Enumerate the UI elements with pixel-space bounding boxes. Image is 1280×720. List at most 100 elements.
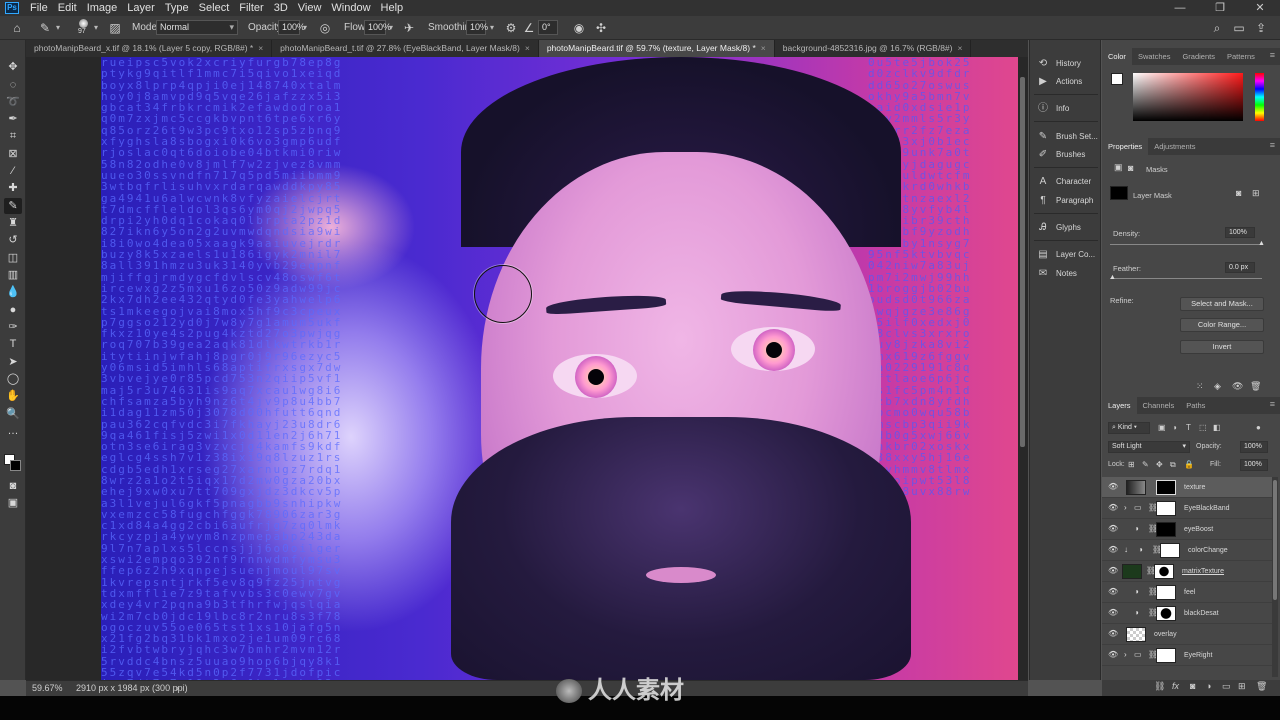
dodge-tool-icon[interactable]: ● (4, 302, 22, 318)
foreground-color-swatch[interactable] (1111, 73, 1123, 85)
new-group-icon[interactable]: ▭ (1222, 681, 1231, 692)
eye-icon[interactable]: 👁 (1108, 629, 1118, 638)
layer-mask-thumbnail[interactable] (1156, 522, 1176, 537)
tab-patterns[interactable]: Patterns (1221, 48, 1261, 65)
density-slider[interactable] (1110, 244, 1262, 245)
crop-tool-icon[interactable]: ⌗ (4, 128, 22, 144)
pixel-mask-icon[interactable]: ▣ (1114, 162, 1123, 173)
menu-filter[interactable]: Filter (234, 0, 268, 16)
delete-icon[interactable]: 🗑 (1250, 381, 1261, 392)
eraser-tool-icon[interactable]: ◫ (4, 250, 22, 266)
tab-channels[interactable]: Channels (1137, 397, 1181, 414)
pressure-opacity-icon[interactable]: ◎ (316, 20, 334, 36)
filter-pixel-icon[interactable]: ▣ (1158, 422, 1166, 434)
panel-menu-icon[interactable]: ≡ (1270, 50, 1275, 60)
document-tab[interactable]: photoManipBeard_x.tif @ 18.1% (Layer 5 c… (26, 40, 273, 57)
pressure-size-icon[interactable]: ◉ (570, 20, 588, 36)
tab-color[interactable]: Color (1102, 48, 1132, 65)
apply-mask-icon[interactable]: ◈ (1214, 381, 1221, 392)
filter-shape-icon[interactable]: ⬚ (1199, 422, 1207, 434)
feather-input[interactable]: 0.0 px (1225, 262, 1255, 273)
document-tab[interactable]: photoManipBeard_t.tif @ 27.8% (EyeBlackB… (272, 40, 539, 57)
brush-size-preview[interactable]: 97 (74, 18, 92, 36)
more-tools-icon[interactable]: … (4, 423, 22, 439)
density-slider-thumb[interactable]: ▲ (1258, 240, 1265, 247)
hand-tool-icon[interactable]: ✋ (4, 388, 22, 404)
menu-edit[interactable]: Edit (53, 0, 82, 16)
opacity-input[interactable]: 100% (278, 20, 305, 35)
layer-filter-kind[interactable]: ⌕ Kind ▾ (1108, 422, 1150, 434)
quick-select-tool-icon[interactable]: ✒ (4, 111, 22, 127)
document-image[interactable]: rueipsc5vok2xcriyfurgb78ep8g ptykg9qitlf… (101, 57, 1018, 680)
menu-image[interactable]: Image (82, 0, 123, 16)
lock-transparent-icon[interactable]: ⊞ (1128, 459, 1135, 471)
feather-slider[interactable] (1110, 278, 1262, 279)
mode-select[interactable]: Normal ▾ (156, 20, 238, 35)
layer-mask-thumbnail[interactable] (1154, 564, 1174, 579)
zoom-tool-icon[interactable]: 🔍 (4, 406, 22, 422)
eye-icon[interactable]: 👁 (1108, 650, 1118, 659)
search-icon[interactable]: ⌕ (1208, 20, 1226, 36)
smoothing-input[interactable]: 10% (466, 20, 488, 35)
fx-icon[interactable]: fx (1172, 681, 1179, 691)
minimize-button[interactable]: — (1160, 0, 1200, 16)
document-tab-active[interactable]: photoManipBeard.tif @ 59.7% (texture, La… (538, 40, 775, 57)
eye-icon[interactable]: 👁 (1108, 482, 1118, 491)
layer-opacity-input[interactable]: 100% (1240, 441, 1268, 453)
menu-3d[interactable]: 3D (269, 0, 293, 16)
color-picker-field[interactable] (1133, 73, 1243, 121)
layer-row-blackdesat[interactable]: 👁 ◑ ⛓ blackDesat (1102, 603, 1272, 624)
brush-picker-dropdown-icon[interactable]: ▾ (94, 20, 98, 36)
menu-window[interactable]: Window (326, 0, 375, 16)
tab-layers[interactable]: Layers (1102, 397, 1137, 414)
tab-swatches[interactable]: Swatches (1132, 48, 1177, 65)
scrollbar-thumb[interactable] (1273, 480, 1277, 600)
layer-row-matrixtexture[interactable]: 👁 ⛓ matrixTexture (1102, 561, 1272, 582)
info-panel-button[interactable]: ⓘ Info (1036, 101, 1102, 117)
canvas-scrollbar[interactable] (1020, 77, 1025, 447)
layer-row-texture[interactable]: 👁 texture (1102, 477, 1272, 498)
symmetry-icon[interactable]: ✣ (592, 20, 610, 36)
tab-gradients[interactable]: Gradients (1176, 48, 1221, 65)
layer-row-colorchange[interactable]: 👁 ↓ ◑ ⛓ colorChange (1102, 540, 1272, 561)
angle-input[interactable]: 0° (538, 20, 558, 35)
workspace-icon[interactable]: ▭ (1230, 20, 1248, 36)
opacity-dropdown-icon[interactable]: ▾ (303, 20, 307, 36)
shape-tool-icon[interactable]: ◯ (4, 371, 22, 387)
layer-row-eyeboost[interactable]: 👁 ◑ ⛓ eyeBoost (1102, 519, 1272, 540)
close-window-button[interactable]: ✕ (1240, 0, 1280, 16)
brush-settings-toggle-icon[interactable]: ▨ (106, 20, 124, 36)
maximize-button[interactable]: ❐ (1200, 0, 1240, 16)
select-and-mask-button[interactable]: Select and Mask... (1180, 297, 1264, 311)
menu-file[interactable]: File (25, 0, 53, 16)
frame-tool-icon[interactable]: ⊠ (4, 146, 22, 162)
layer-mask-thumbnail[interactable] (1110, 186, 1128, 200)
tab-close-icon[interactable]: × (958, 43, 963, 53)
marquee-tool-icon[interactable]: ◌ (4, 77, 22, 93)
history-panel-button[interactable]: ⟲ History (1036, 56, 1102, 72)
flow-input[interactable]: 100% (364, 20, 391, 35)
eyedropper-tool-icon[interactable]: ⁄ (4, 163, 22, 179)
menu-help[interactable]: Help (376, 0, 409, 16)
lock-all-icon[interactable]: 🔒 (1184, 459, 1194, 471)
filter-smart-object-icon[interactable]: ◧ (1213, 422, 1221, 434)
tab-paths[interactable]: Paths (1180, 397, 1211, 414)
glyphs-panel-button[interactable]: Ꭿ Glyphs (1036, 220, 1102, 236)
pen-tool-icon[interactable]: ✑ (4, 319, 22, 335)
actions-panel-button[interactable]: ▶ Actions (1036, 74, 1102, 90)
layers-scrollbar[interactable] (1272, 477, 1278, 677)
lock-image-icon[interactable]: ✎ (1142, 459, 1149, 471)
feather-slider-thumb[interactable]: ▲ (1109, 274, 1116, 281)
gear-icon[interactable]: ⚙ (502, 20, 520, 36)
layer-mask-thumbnail[interactable] (1160, 543, 1180, 558)
canvas-area[interactable]: rueipsc5vok2xcriyfurgb78ep8g ptykg9qitlf… (26, 57, 1028, 680)
link-layers-icon[interactable]: ⛓ (1154, 681, 1165, 692)
gradient-tool-icon[interactable]: ▥ (4, 267, 22, 283)
blur-tool-icon[interactable]: 💧 (4, 284, 22, 300)
home-icon[interactable]: ⌂ (8, 20, 26, 36)
document-tab[interactable]: background-4852316.jpg @ 16.7% (RGB/8#) × (775, 40, 972, 57)
fill-input[interactable]: 100% (1240, 459, 1268, 471)
brush-settings-panel-button[interactable]: ✎ Brush Set... (1036, 129, 1102, 145)
brush-tool-preset-icon[interactable]: ✎ (36, 20, 54, 36)
chevron-right-icon[interactable]: › (1124, 503, 1127, 512)
